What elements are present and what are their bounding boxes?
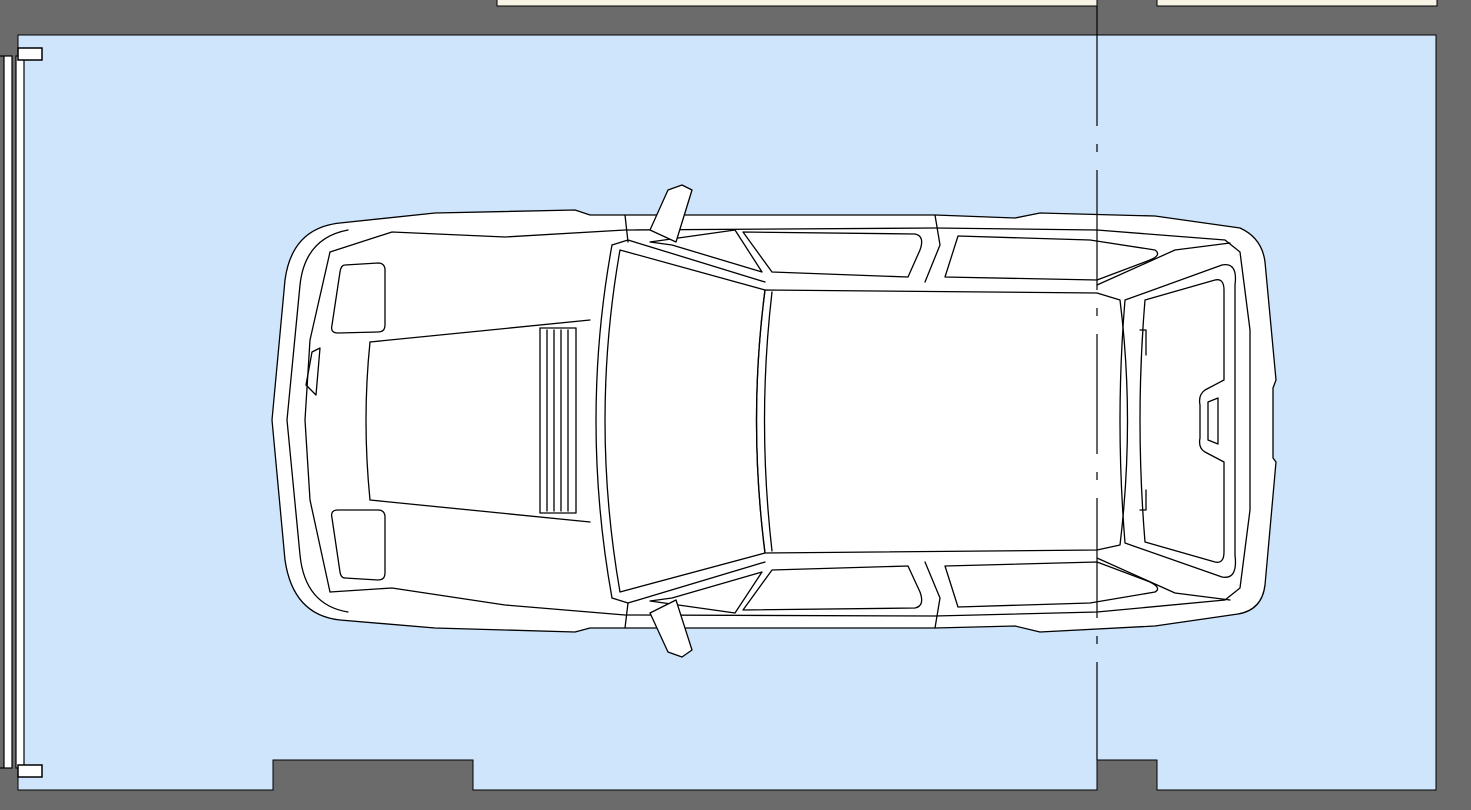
door-jamb-bottom [17,764,43,778]
adjacent-room-right [1156,0,1438,7]
car-body-outline [271,209,1277,633]
car-top-view [271,184,1277,658]
adjacent-room-left [496,0,1098,7]
door-jamb-top [17,47,43,61]
hood-vent [539,327,577,514]
garage-floor-plan [0,0,1471,810]
